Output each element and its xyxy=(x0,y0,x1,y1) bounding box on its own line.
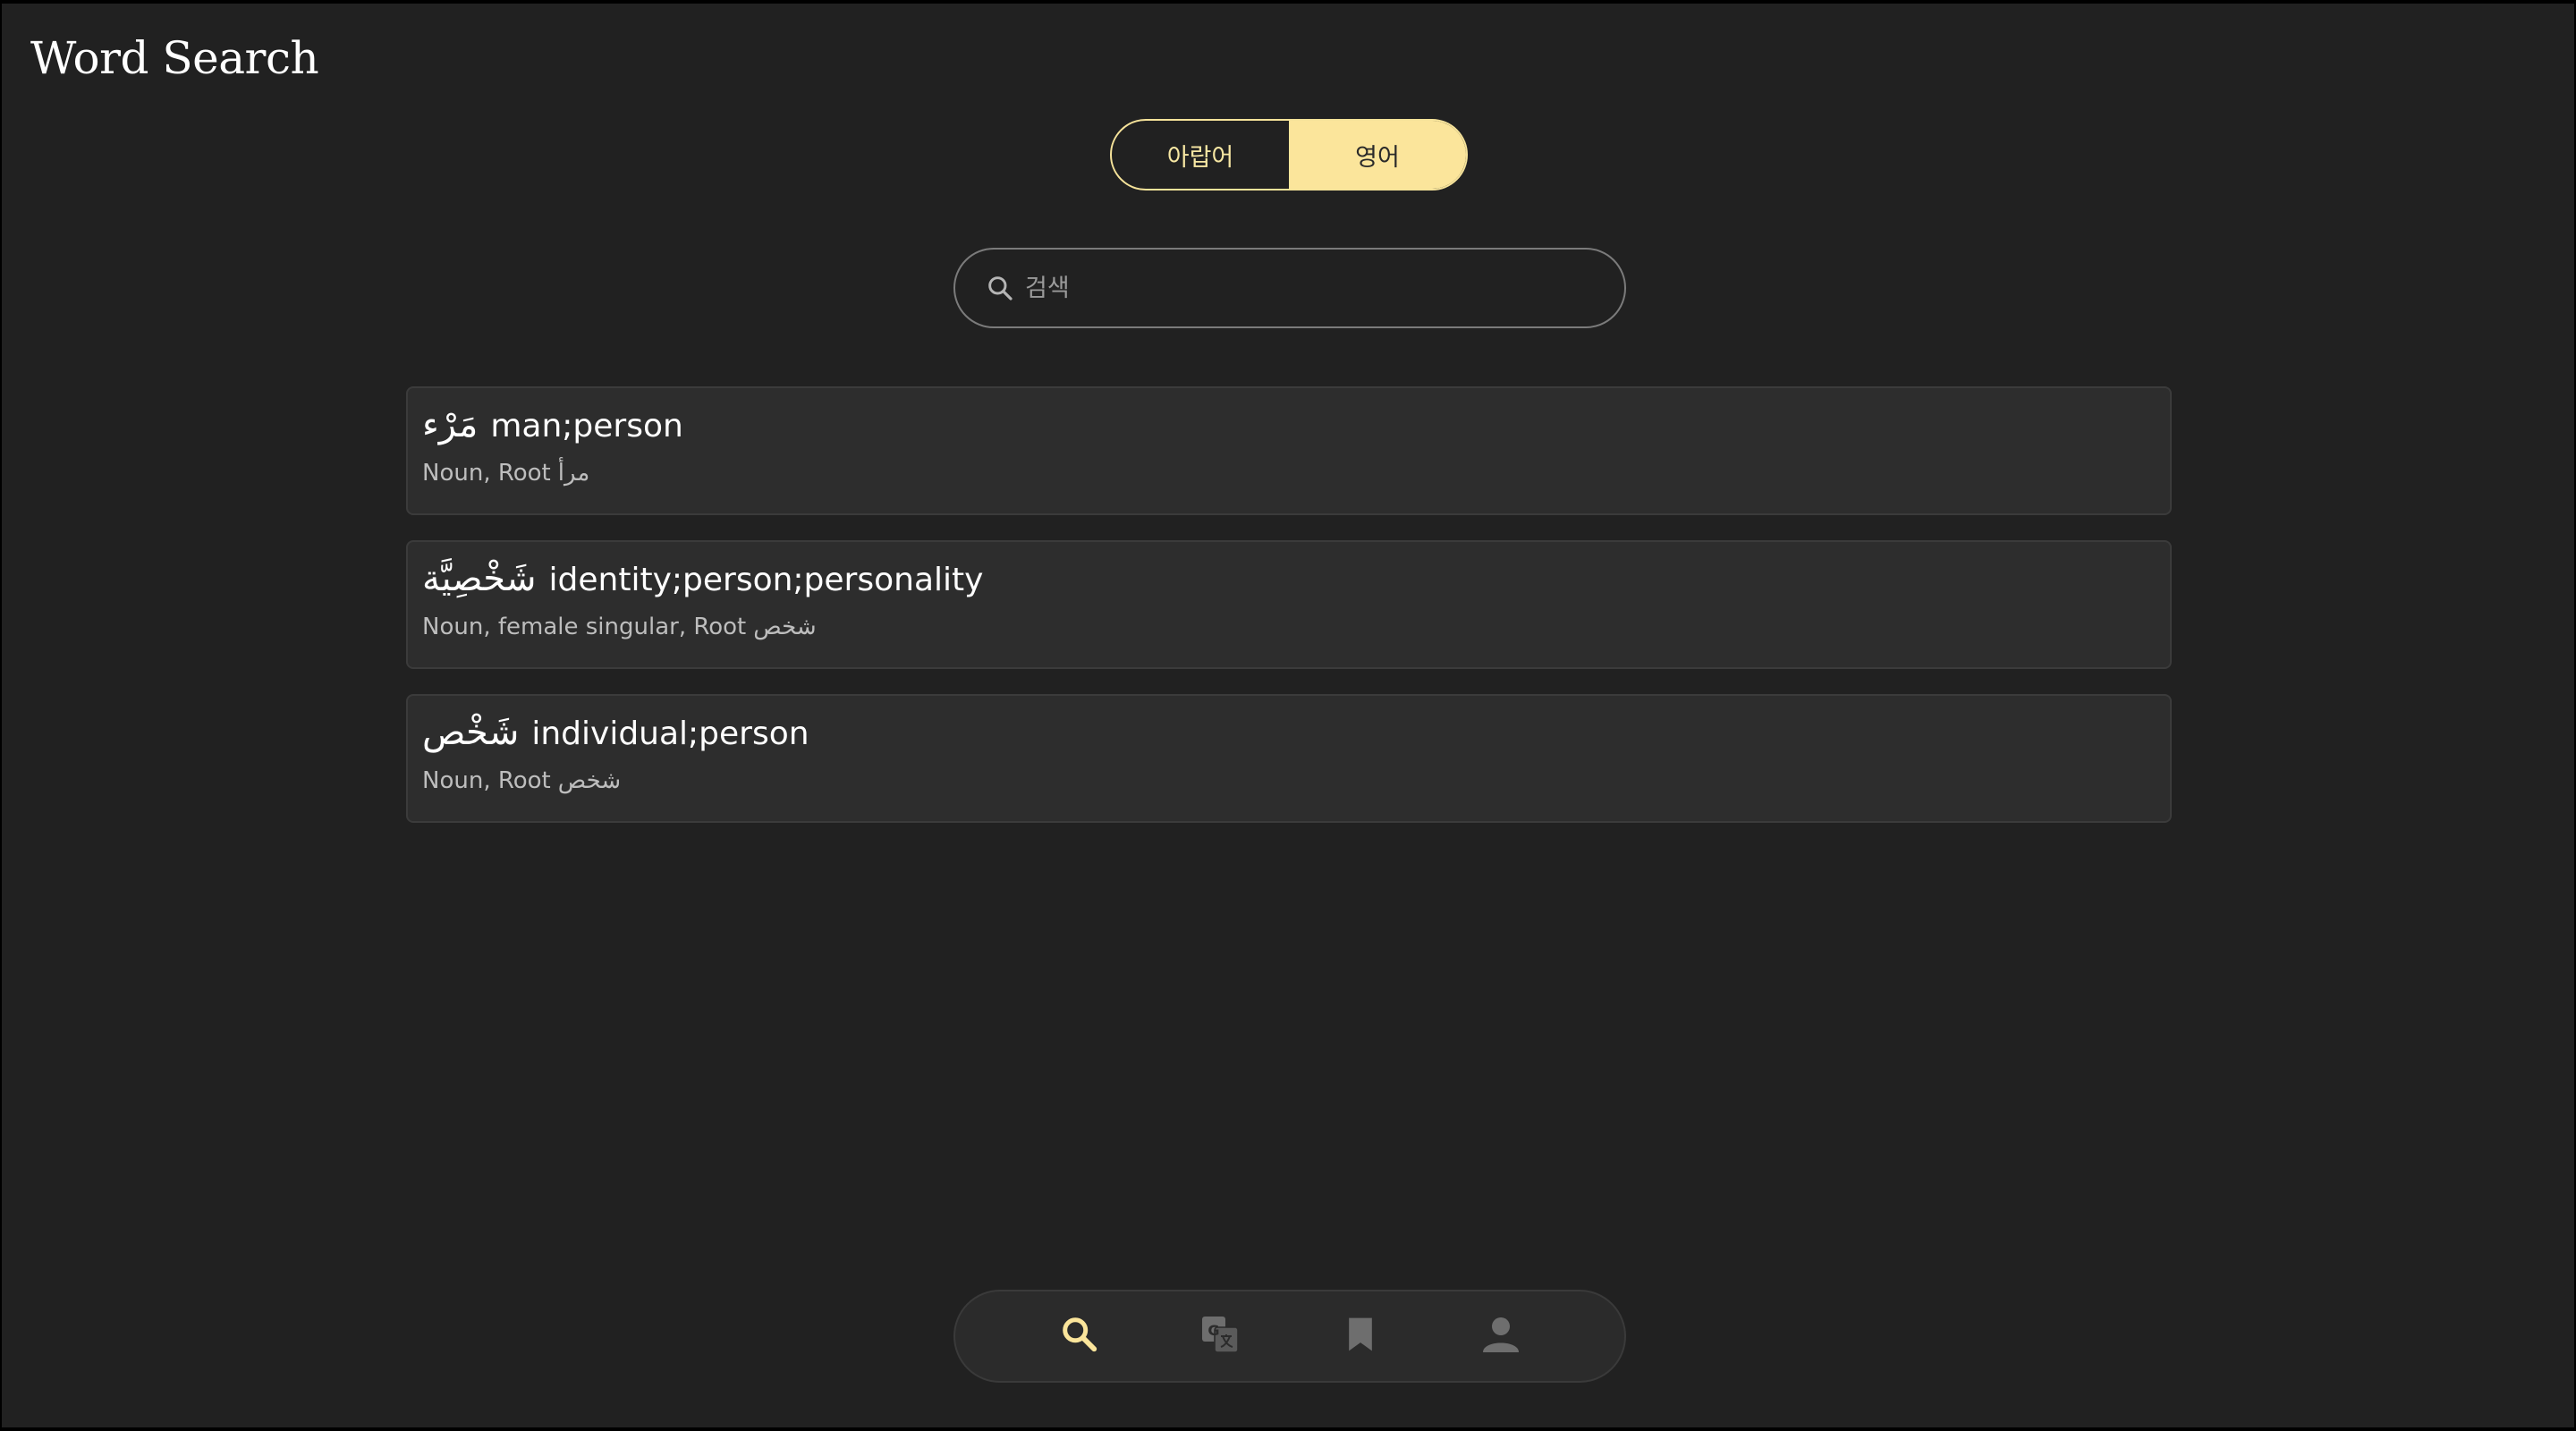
result-english: man;person xyxy=(490,408,683,445)
result-item[interactable]: مَرْء man;person Noun, Root مرأ xyxy=(406,386,2172,515)
result-item[interactable]: شَخْصِيَّة identity;person;personality N… xyxy=(406,540,2172,669)
nav-translate[interactable]: G xyxy=(1193,1309,1247,1363)
search-input[interactable] xyxy=(1023,260,1563,316)
result-meta: Noun, Root xyxy=(422,767,551,794)
result-arabic: شَخْصِيَّة xyxy=(422,558,537,599)
app-window: Word Search 아랍어 영어 مَرْء man;person Noun… xyxy=(2,4,2574,1427)
person-icon xyxy=(1479,1313,1522,1359)
result-item[interactable]: شَخْص individual;person Noun, Root شخص xyxy=(406,694,2172,823)
nav-profile[interactable] xyxy=(1474,1309,1528,1363)
translate-icon: G xyxy=(1199,1313,1241,1359)
search-box xyxy=(953,248,1626,328)
result-english: individual;person xyxy=(531,716,809,752)
result-root: مرأ xyxy=(557,460,590,487)
language-toggle: 아랍어 영어 xyxy=(1110,119,1468,191)
result-arabic: شَخْص xyxy=(422,712,520,753)
search-icon xyxy=(1059,1314,1100,1359)
result-root: شخص xyxy=(557,767,622,794)
result-meta: Noun, Root xyxy=(422,460,551,487)
bookmark-icon xyxy=(1343,1315,1378,1358)
toggle-english[interactable]: 영어 xyxy=(1289,121,1466,189)
nav-search[interactable] xyxy=(1053,1309,1106,1363)
nav-bookmarks[interactable] xyxy=(1334,1309,1387,1363)
svg-text:G: G xyxy=(1208,1322,1219,1339)
result-meta: Noun, female singular, Root xyxy=(422,614,747,640)
bottom-nav: G xyxy=(953,1290,1626,1383)
result-english: identity;person;personality xyxy=(548,562,984,598)
toggle-arabic[interactable]: 아랍어 xyxy=(1112,121,1289,189)
result-root: شخص xyxy=(753,614,817,640)
results-list: مَرْء man;person Noun, Root مرأ شَخْصِيَّ… xyxy=(406,386,2172,848)
search-icon xyxy=(986,274,1014,302)
page-title: Word Search xyxy=(30,32,319,84)
result-arabic: مَرْء xyxy=(422,404,479,445)
